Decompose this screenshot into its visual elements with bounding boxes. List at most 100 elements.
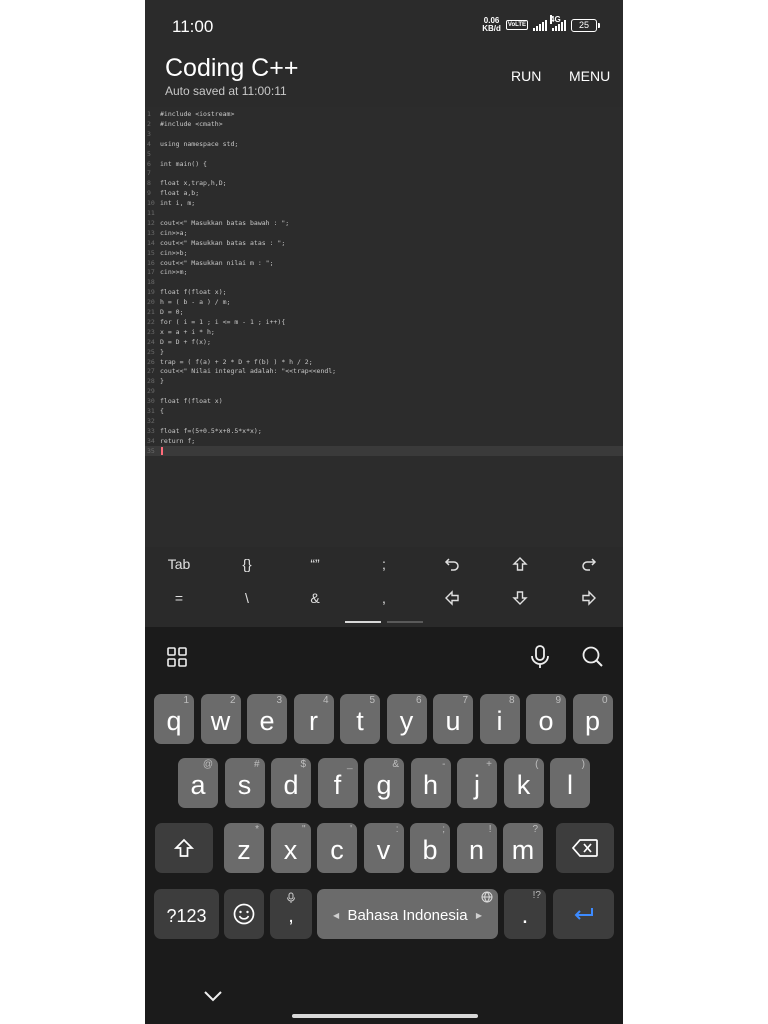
code-line[interactable]: 13 cin>>a; bbox=[145, 228, 623, 238]
redo-icon[interactable] bbox=[555, 550, 623, 578]
arrow-right-icon[interactable] bbox=[555, 584, 623, 612]
key-c[interactable]: ' c bbox=[317, 823, 357, 873]
code-text: x = a + i * h; bbox=[160, 327, 215, 336]
search-icon[interactable] bbox=[581, 645, 605, 674]
line-number: 17 bbox=[147, 268, 155, 277]
code-line[interactable]: 29 bbox=[145, 386, 623, 396]
key-t[interactable]: 5t bbox=[340, 694, 380, 744]
key-x[interactable]: " x bbox=[270, 823, 311, 873]
arrow-left-icon[interactable] bbox=[418, 584, 486, 612]
code-line[interactable]: 34 return f; bbox=[145, 436, 623, 446]
code-line[interactable]: 15 cin>>b; bbox=[145, 248, 623, 258]
key-i[interactable]: 8i bbox=[479, 694, 520, 744]
code-line[interactable]: 5 bbox=[145, 149, 623, 159]
line-number: 31 bbox=[147, 407, 155, 415]
menu-button[interactable]: MENU bbox=[569, 68, 610, 84]
shift-icon[interactable] bbox=[486, 550, 554, 578]
key-y[interactable]: 6y bbox=[386, 694, 427, 744]
key-o[interactable]: 9o bbox=[526, 694, 566, 744]
key-f[interactable]: _ f bbox=[317, 758, 358, 808]
code-line[interactable]: 2 #include <cmath> bbox=[145, 119, 623, 129]
arrow-down-icon[interactable] bbox=[486, 584, 554, 612]
code-line[interactable]: 31 { bbox=[145, 406, 623, 416]
equals-key[interactable]: = bbox=[145, 584, 213, 612]
code-line[interactable]: 16 cout<<" Masukkan nilai m : "; bbox=[145, 258, 623, 268]
key-p[interactable]: 0p bbox=[572, 694, 613, 744]
key-z[interactable]: * z bbox=[224, 823, 264, 873]
space-bar[interactable]: ◀ Bahasa Indonesia ▶ bbox=[317, 889, 498, 939]
code-line[interactable]: 9 float a,b; bbox=[145, 188, 623, 198]
semicolon-key[interactable]: ; bbox=[350, 550, 418, 578]
key-w[interactable]: 2w bbox=[200, 694, 241, 744]
code-line[interactable]: 8 float x,trap,h,D; bbox=[145, 178, 623, 188]
code-line[interactable]: 35 bbox=[145, 445, 623, 456]
shift-key[interactable] bbox=[155, 823, 213, 873]
key-k[interactable]: (k bbox=[503, 758, 544, 808]
code-line[interactable]: 24 D = D + f(x); bbox=[145, 337, 623, 347]
key-l[interactable]: ) l bbox=[550, 758, 590, 808]
key-b[interactable]: ; b bbox=[410, 823, 450, 873]
ampersand-key[interactable]: & bbox=[281, 584, 349, 612]
key-d[interactable]: $ d bbox=[271, 758, 311, 808]
code-line[interactable]: 10 int i, m; bbox=[145, 198, 623, 208]
code-line[interactable]: 12 cout<<" Masukkan batas bawah : "; bbox=[145, 218, 623, 228]
key-q[interactable]: 1q bbox=[154, 694, 194, 744]
code-line[interactable]: 25} bbox=[145, 347, 623, 357]
key-h[interactable]: -h bbox=[410, 758, 451, 808]
code-editor[interactable]: 1 #include <iostream> 2 #include <cmath> 3 4 u… bbox=[145, 107, 623, 547]
code-line[interactable]: 21 D = 0; bbox=[145, 307, 623, 317]
period-key[interactable]: . !? bbox=[504, 889, 546, 939]
code-line[interactable]: 22 for ( i = 1 ; i <= m - 1 ; i++){ bbox=[145, 317, 623, 327]
home-indicator[interactable] bbox=[292, 1014, 478, 1018]
quotes-key[interactable]: “” bbox=[281, 550, 349, 578]
code-line[interactable]: 33 float f=(5+0.5*x+0.5*x*x); bbox=[145, 426, 623, 436]
line-number: 14 bbox=[147, 238, 155, 247]
key-n[interactable]: ! n bbox=[456, 823, 497, 873]
key-m[interactable]: ? m bbox=[503, 823, 543, 873]
battery-icon: 25 bbox=[571, 18, 600, 32]
emoji-key[interactable] bbox=[224, 889, 264, 939]
code-line[interactable]: 6 int main() { bbox=[145, 159, 623, 169]
comma-voice-key[interactable]: , bbox=[270, 889, 312, 939]
code-line[interactable]: 32 bbox=[145, 416, 623, 426]
code-line[interactable]: 17 cin>>m; bbox=[145, 267, 623, 277]
code-line[interactable]: 4 using namespace std; bbox=[145, 139, 623, 149]
run-button[interactable]: RUN bbox=[511, 68, 541, 84]
undo-icon[interactable] bbox=[418, 550, 486, 578]
tab-key[interactable]: Tab bbox=[145, 550, 213, 578]
key-g[interactable]: & g bbox=[364, 758, 404, 808]
code-line[interactable]: 14 cout<<" Masukkan batas atas : "; bbox=[145, 238, 623, 248]
enter-key[interactable] bbox=[553, 889, 614, 939]
code-line[interactable]: 28} bbox=[145, 376, 623, 386]
apps-grid-icon[interactable] bbox=[166, 646, 188, 673]
code-line[interactable]: 19 float f(float x); bbox=[145, 287, 623, 297]
toolbar-page-indicator-active bbox=[345, 621, 381, 623]
key-r[interactable]: 4r bbox=[293, 694, 334, 744]
code-line[interactable]: 11 bbox=[145, 208, 623, 218]
code-line[interactable]: 30 float f(float x) bbox=[145, 396, 623, 406]
braces-key[interactable]: {} bbox=[213, 550, 281, 578]
code-line[interactable]: 1 #include <iostream> bbox=[145, 109, 623, 119]
key-v[interactable]: :v bbox=[363, 823, 404, 873]
code-line[interactable]: 7 bbox=[145, 168, 623, 178]
code-line[interactable]: 3 bbox=[145, 129, 623, 139]
code-line[interactable]: 26 trap = ( f(a) + 2 * D + f(b) ) * h / 2… bbox=[145, 357, 623, 367]
key-e[interactable]: 3e bbox=[247, 694, 287, 744]
key-s[interactable]: # s bbox=[224, 758, 265, 808]
code-line[interactable]: 20 h = ( b - a ) / m; bbox=[145, 297, 623, 307]
code-text: cout<<" Nilai integral adalah: "<<trap<<… bbox=[160, 367, 337, 376]
key-a[interactable]: @ a bbox=[178, 758, 218, 808]
key-u[interactable]: 7u bbox=[433, 694, 473, 744]
code-text: cin>>m; bbox=[160, 268, 188, 277]
phone-screen: 11:00 0.06 KB/d VoLTE 4G 25 Coding C++ A… bbox=[145, 0, 623, 1024]
numbers-key[interactable]: ?123 bbox=[154, 889, 219, 939]
backspace-key[interactable] bbox=[556, 823, 614, 873]
code-line[interactable]: 27 cout<<" Nilai integral adalah: "<<trap… bbox=[145, 366, 623, 376]
backslash-key[interactable]: \ bbox=[213, 584, 281, 612]
code-line[interactable]: 18 bbox=[145, 277, 623, 287]
hide-keyboard-icon[interactable] bbox=[203, 989, 223, 1007]
comma-key[interactable]: , bbox=[350, 584, 418, 612]
code-line[interactable]: 23 x = a + i * h; bbox=[145, 327, 623, 337]
microphone-icon[interactable] bbox=[528, 644, 552, 675]
key-j[interactable]: + j bbox=[457, 758, 497, 808]
